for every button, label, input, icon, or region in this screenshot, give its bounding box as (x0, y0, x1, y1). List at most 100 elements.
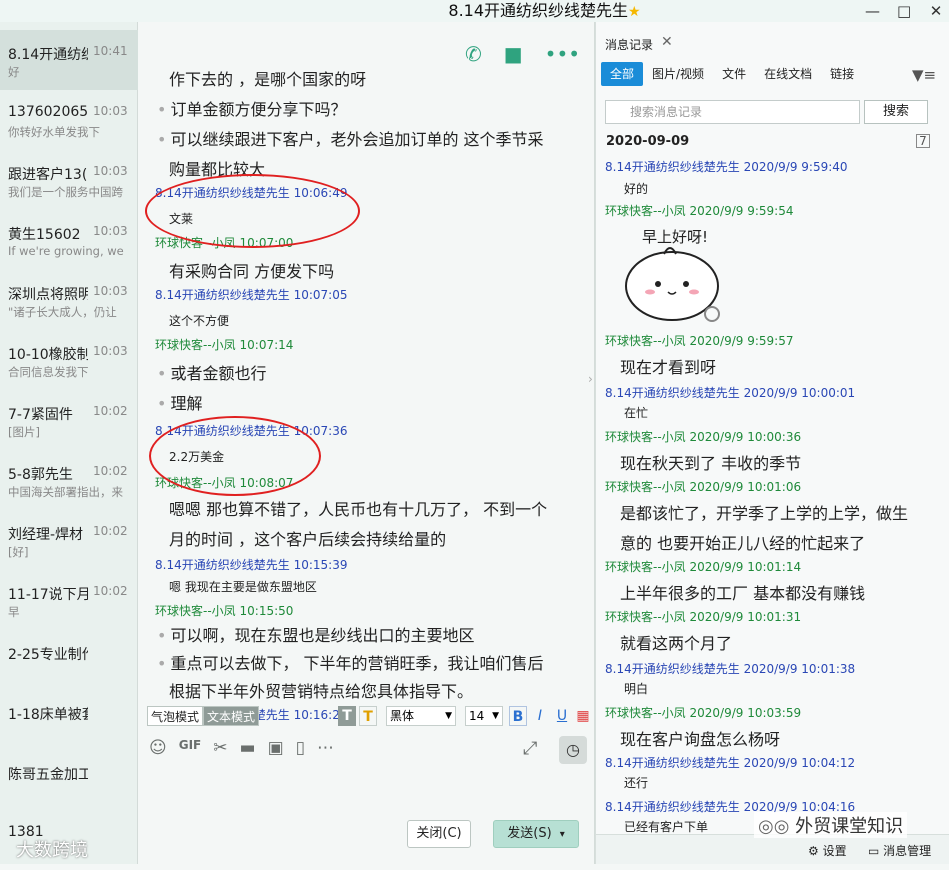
more-tools-icon[interactable]: ⋯ (317, 738, 334, 758)
conversation-preview: 我们是一个服务中国跨 (8, 185, 123, 199)
conversation-item[interactable]: 5-8郭先生 10:02 中国海关部署指出，来 (0, 450, 138, 510)
watermark-bottom-right: ◎◎ 外贸课堂知识 (754, 812, 908, 838)
expand-icon[interactable]: ⤢ (523, 738, 537, 759)
settings-button[interactable]: ⚙ 设置 (808, 842, 847, 859)
message-time: 2020/9/9 10:00:36 (689, 430, 802, 444)
phone-icon[interactable]: ✆ (465, 42, 482, 66)
bubble-mode-button[interactable]: 气泡模式 (147, 706, 204, 726)
gif-icon[interactable]: GIF (179, 738, 202, 758)
sender-name[interactable]: 8.14开通纺织纱线楚先生 (605, 662, 740, 676)
color-palette-icon[interactable]: ▦ (574, 706, 592, 726)
sender-name[interactable]: 环球快客--小凤 (605, 560, 686, 574)
conversation-name: 10-10橡胶制 (8, 347, 88, 363)
text-color-icon[interactable]: T (359, 706, 377, 726)
minimize-button[interactable]: — (865, 0, 880, 22)
title-bar: 8.14开通纺织纱线楚先生★ — □ ✕ (0, 0, 949, 22)
sender-name[interactable]: 环球快客--小凤 (605, 334, 686, 348)
conversation-item[interactable]: 跟进客户13(10:03 我们是一个服务中国跨 (0, 150, 138, 210)
sender-name[interactable]: 环球快客--小凤 (605, 706, 686, 720)
conversation-item[interactable]: 8.14开通纺织 10:41 好 (0, 30, 138, 90)
calendar-icon[interactable]: 7 (916, 134, 930, 148)
conversation-item[interactable]: 2-25专业制作手 (0, 630, 138, 690)
conversation-item[interactable]: 13760206580 10:03 你转好水单发我下 (0, 90, 138, 150)
scissors-icon[interactable]: ✂ (213, 738, 227, 758)
italic-icon[interactable]: I (531, 706, 549, 726)
conversation-item[interactable]: 7-7紧固件 10:02 [图片] (0, 390, 138, 450)
message-content: 月的时间 ，这个客户后续会持续给量的 (169, 530, 447, 549)
sender-name[interactable]: 8.14开通纺织纱线楚先生 (605, 756, 740, 770)
message-time: 2020/9/9 10:01:31 (689, 610, 802, 624)
compose-toolbar: 气泡模式 文本模式 T T 黑体 ▼ 14 ▼ B I U ▦ (139, 702, 594, 732)
chat-header-actions: ✆ ■ ••• (465, 42, 580, 66)
message-sender-time: 环球快客--小凤 10:07:14 (155, 336, 293, 353)
sticker-image[interactable]: 早上好呀! (620, 222, 730, 326)
sender-name[interactable]: 8.14开通纺织纱线楚先生 (605, 160, 740, 174)
sender-name[interactable]: 8.14开通纺织纱线楚先生 (155, 288, 290, 302)
sender-name[interactable]: 环球快客--小凤 (155, 604, 236, 618)
sender-name[interactable]: 环球快客--小凤 (155, 338, 236, 352)
history-sender-time: 环球快客--小凤 2020/9/9 10:01:14 (605, 558, 801, 575)
text-mode-button[interactable]: 文本模式 (203, 706, 260, 726)
close-window-button[interactable]: ✕ (929, 0, 943, 22)
history-tab-title[interactable]: 消息记录 (605, 36, 653, 53)
more-icon[interactable]: ••• (545, 42, 580, 66)
font-size-select[interactable]: 14 ▼ (465, 706, 503, 726)
conversation-item[interactable]: 11-17说下月 10:02 早 (0, 570, 138, 630)
message-time: 2020/9/9 10:01:38 (743, 662, 856, 676)
conversation-item[interactable]: 黄生15602 10:03 If we're growing, we (0, 210, 138, 270)
filter-tab[interactable]: 链接 (821, 62, 863, 86)
compose-icon-row: ☺ GIF ✂ ▬ ▣ ▯ ⋯ (149, 738, 334, 758)
conversation-item[interactable]: 10-10橡胶制 10:03 合同信息发我下 (0, 330, 138, 390)
close-icon[interactable]: ✕ (661, 34, 673, 50)
folder-icon[interactable]: ▬ (240, 738, 256, 758)
bullet-icon: • (157, 654, 167, 673)
bold-icon[interactable]: B (509, 706, 527, 726)
message-manage-button[interactable]: ▭ 消息管理 (868, 842, 931, 859)
message-time: 2020/9/9 9:59:54 (689, 204, 794, 218)
sender-name[interactable]: 8.14开通纺织纱线楚先生 (605, 386, 740, 400)
underline-icon[interactable]: U (553, 706, 571, 726)
message-content: 有采购合同 方便发下吗 (169, 262, 335, 281)
send-options-icon[interactable]: ▾ (560, 829, 565, 840)
filter-tab[interactable]: 全部 (601, 62, 644, 86)
message-content: 这个不方便 (169, 314, 230, 328)
history-message-text: 是都该忙了，开学季了上学的上学，做生 (620, 504, 909, 523)
image-icon[interactable]: ▣ (268, 738, 284, 758)
history-sender-time: 8.14开通纺织纱线楚先生 2020/9/9 10:01:38 (605, 660, 855, 677)
sender-name[interactable]: 8.14开通纺织纱线楚先生 (155, 558, 290, 572)
history-footer: ⚙ 设置 ▭ 消息管理 (596, 834, 949, 864)
clock-icon[interactable]: ◷ (559, 736, 587, 764)
message-manage-icon: ▭ (868, 844, 880, 858)
filter-icon[interactable]: ▼≡ (912, 66, 936, 84)
conversation-name: 黄生15602 (8, 227, 81, 243)
text-style-icon[interactable]: T (338, 706, 356, 726)
history-sender-time: 环球快客--小凤 2020/9/9 10:03:59 (605, 704, 801, 721)
history-search-button[interactable]: 搜索 (864, 100, 928, 124)
emoji-icon[interactable]: ☺ (149, 738, 167, 758)
conversation-time: 10:02 (93, 464, 128, 478)
history-search-input[interactable]: 搜索消息记录 (605, 100, 860, 124)
sender-name[interactable]: 环球快客--小凤 (605, 430, 686, 444)
sender-name[interactable]: 环球快客--小凤 (605, 204, 686, 218)
sender-name[interactable]: 环球快客--小凤 (605, 480, 686, 494)
maximize-button[interactable]: □ (897, 0, 911, 22)
filter-tab[interactable]: 文件 (713, 62, 755, 86)
video-icon[interactable]: ■ (504, 42, 523, 66)
sender-name[interactable]: 环球快客--小凤 (605, 610, 686, 624)
collapse-panel-icon[interactable]: › (588, 372, 593, 386)
screen-record-icon[interactable]: ▯ (296, 738, 305, 758)
conversation-item[interactable]: 深圳点将照明 10:03 "诸子长大成人，仍让 (0, 270, 138, 330)
close-chat-button[interactable]: 关闭(C) (407, 820, 471, 848)
conversation-item[interactable]: 陈哥五金加工 (0, 750, 138, 810)
send-button[interactable]: 发送(S) ▾ (493, 820, 579, 848)
sender-name[interactable]: 8.14开通纺织纱线楚先生 (605, 800, 740, 814)
star-icon[interactable]: ★ (628, 4, 641, 20)
conversation-item[interactable]: 1-18床单被套徐 (0, 690, 138, 750)
conversation-item[interactable]: 刘经理-焊材 10:02 [好] (0, 510, 138, 570)
filter-tab[interactable]: 图片/视频 (643, 62, 713, 86)
bullet-icon: • (157, 130, 167, 149)
font-family-select[interactable]: 黑体 ▼ (386, 706, 456, 726)
filter-tab[interactable]: 在线文档 (755, 62, 821, 86)
history-filter-tabs: 全部 图片/视频 文件 在线文档 链接 (601, 62, 863, 86)
conversation-preview: 好 (8, 65, 20, 79)
